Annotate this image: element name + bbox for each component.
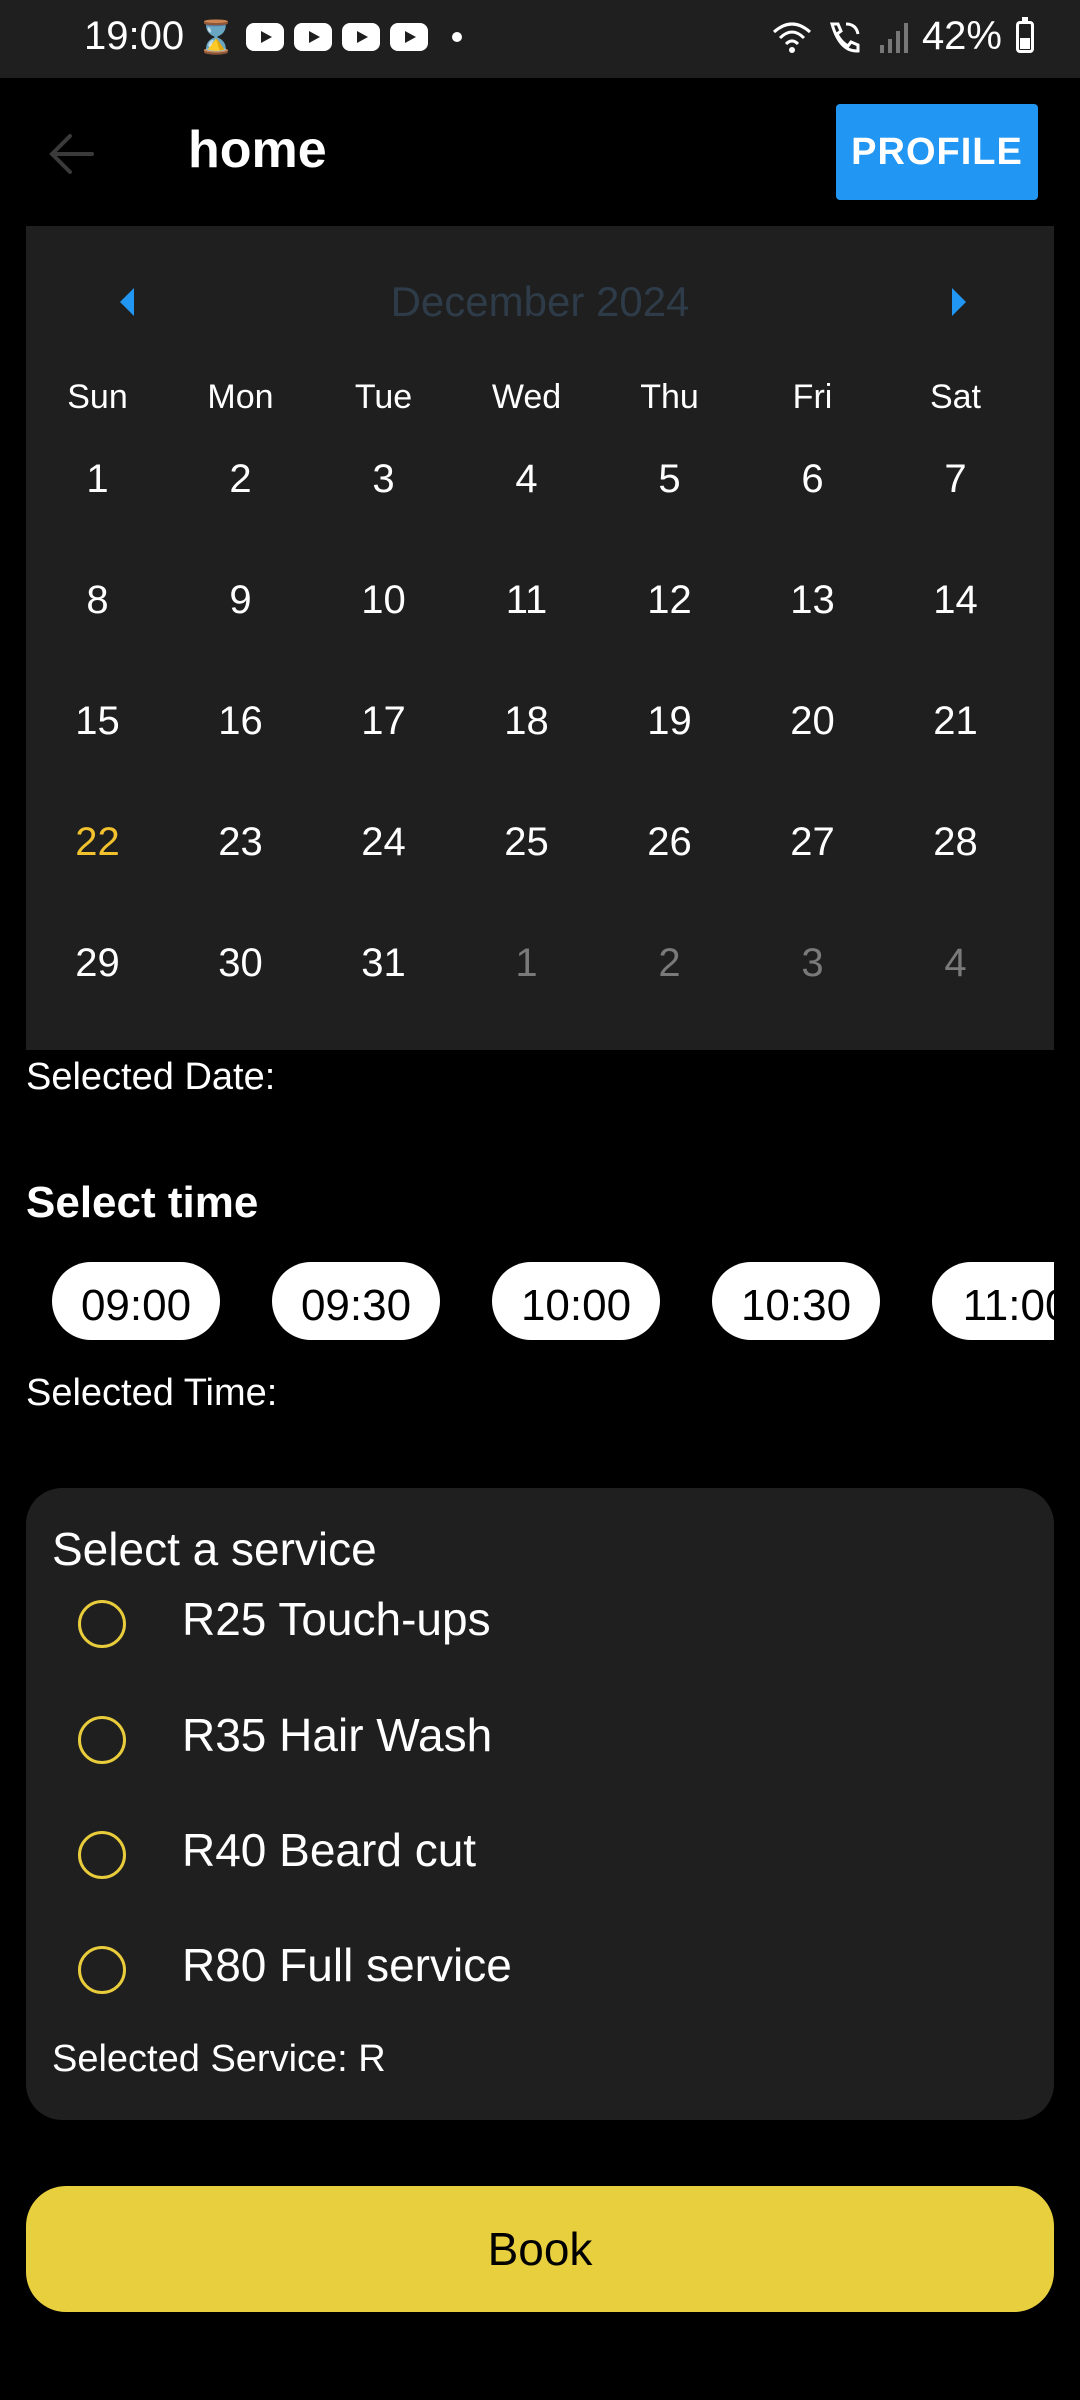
calendar-day[interactable]: 1 (26, 446, 169, 567)
calendar-day-next-month[interactable]: 1 (455, 930, 598, 1051)
selected-service-label: Selected Service: R (52, 2038, 386, 2080)
book-button[interactable]: Book (26, 2186, 1054, 2312)
wifi-call-icon (829, 22, 860, 53)
calendar-day[interactable]: 30 (169, 930, 312, 1051)
calendar-day[interactable]: 2 (169, 446, 312, 567)
signal-icon (879, 22, 908, 53)
radio-button[interactable] (78, 1716, 126, 1764)
time-slot-chip[interactable]: 10:00 (492, 1262, 660, 1340)
battery-percent: 42% (921, 14, 1002, 58)
wifi-icon (772, 22, 811, 53)
service-option-label: R25 Touch-ups (182, 1593, 491, 1645)
calendar-day[interactable]: 23 (169, 809, 312, 930)
calendar-day[interactable]: 8 (26, 567, 169, 688)
time-slot-chip[interactable]: 09:00 (52, 1262, 220, 1340)
calendar-day[interactable]: 31 (312, 930, 455, 1051)
weekday-label: Thu (640, 378, 699, 416)
calendar-day[interactable]: 28 (884, 809, 1027, 930)
calendar-day[interactable]: 17 (312, 688, 455, 809)
calendar-day[interactable]: 14 (884, 567, 1027, 688)
calendar-day[interactable]: 10 (312, 567, 455, 688)
battery-icon (1016, 16, 1034, 53)
service-card: Select a service R25 Touch-ups R35 Hair … (26, 1488, 1054, 2120)
arrow-left-icon[interactable] (46, 124, 98, 184)
page-title: home (188, 121, 327, 179)
service-option-label: R40 Beard cut (182, 1824, 477, 1876)
service-option-label: R35 Hair Wash (182, 1709, 493, 1761)
calendar-days: 1 2 3 4 5 6 7 8 9 10 11 12 13 14 15 16 1… (26, 446, 1026, 1051)
calendar-day[interactable]: 27 (741, 809, 884, 930)
calendar-day[interactable]: 21 (884, 688, 1027, 809)
calendar: December 2024 Sun Mon Tue Wed Thu Fri Sa… (26, 226, 1054, 1050)
calendar-day[interactable]: 5 (598, 446, 741, 567)
youtube-icon (245, 23, 284, 51)
select-time-title: Select time (26, 1178, 259, 1227)
status-time: 19:00 (84, 14, 185, 58)
calendar-day[interactable]: 16 (169, 688, 312, 809)
radio-button[interactable] (78, 1946, 126, 1994)
hourglass-icon: ⌛ (196, 19, 236, 55)
calendar-month: December 2024 (390, 278, 690, 325)
calendar-day[interactable]: 7 (884, 446, 1027, 567)
battery-fill (1020, 37, 1030, 49)
calendar-day[interactable]: 24 (312, 809, 455, 930)
weekday-label: Tue (354, 378, 413, 416)
youtube-icon (389, 23, 428, 51)
calendar-day-today[interactable]: 22 (26, 809, 169, 930)
weekday-label: Fri (792, 378, 833, 416)
radio-button[interactable] (78, 1831, 126, 1879)
calendar-day[interactable]: 25 (455, 809, 598, 930)
radio-button[interactable] (78, 1600, 126, 1648)
calendar-day[interactable]: 6 (741, 446, 884, 567)
system-icons: 42% (772, 14, 1034, 59)
calendar-day[interactable]: 20 (741, 688, 884, 809)
service-option[interactable]: R25 Touch-ups (26, 1574, 1054, 1684)
calendar-day[interactable]: 12 (598, 567, 741, 688)
calendar-day[interactable]: 19 (598, 688, 741, 809)
chevron-right-icon[interactable] (944, 284, 974, 320)
time-slot-chip[interactable]: 09:30 (272, 1262, 440, 1340)
service-option[interactable]: R80 Full service (26, 1920, 1054, 2030)
calendar-day[interactable]: 29 (26, 930, 169, 1051)
service-option[interactable]: R35 Hair Wash (26, 1690, 1054, 1800)
weekday-label: Sat (929, 378, 982, 416)
time-slot-list[interactable]: 09:00 09:30 10:00 10:30 11:00 (26, 1262, 1054, 1342)
weekday-row: Sun Mon Tue Wed Thu Fri Sat (26, 378, 1054, 417)
calendar-day[interactable]: 3 (312, 446, 455, 567)
weekday-label: Wed (491, 378, 562, 416)
youtube-icon (341, 23, 380, 51)
status-bar: 19:00 ⌛ 42% (0, 0, 1080, 78)
calendar-day[interactable]: 18 (455, 688, 598, 809)
youtube-icon (293, 23, 332, 51)
calendar-day-next-month[interactable]: 3 (741, 930, 884, 1051)
notification-icons: ⌛ (196, 20, 462, 54)
weekday-label: Sun (67, 378, 128, 416)
calendar-day-next-month[interactable]: 4 (884, 930, 1027, 1051)
calendar-day[interactable]: 15 (26, 688, 169, 809)
calendar-day-next-month[interactable]: 2 (598, 930, 741, 1051)
selected-date-label: Selected Date: (26, 1056, 276, 1098)
dot-icon (451, 32, 462, 42)
service-option[interactable]: R40 Beard cut (26, 1805, 1054, 1915)
calendar-header: December 2024 (26, 226, 1054, 374)
service-option-label: R80 Full service (182, 1939, 512, 1991)
time-slot-chip[interactable]: 10:30 (712, 1262, 880, 1340)
calendar-day[interactable]: 11 (455, 567, 598, 688)
calendar-day[interactable]: 9 (169, 567, 312, 688)
calendar-day[interactable]: 26 (598, 809, 741, 930)
calendar-day[interactable]: 4 (455, 446, 598, 567)
time-slot-chip[interactable]: 11:00 (932, 1262, 1054, 1340)
profile-button[interactable]: PROFILE (836, 104, 1038, 200)
selected-time-label: Selected Time: (26, 1372, 278, 1414)
weekday-label: Mon (207, 378, 274, 416)
service-title: Select a service (52, 1523, 377, 1575)
app-bar: home PROFILE (0, 78, 1080, 226)
calendar-day[interactable]: 13 (741, 567, 884, 688)
